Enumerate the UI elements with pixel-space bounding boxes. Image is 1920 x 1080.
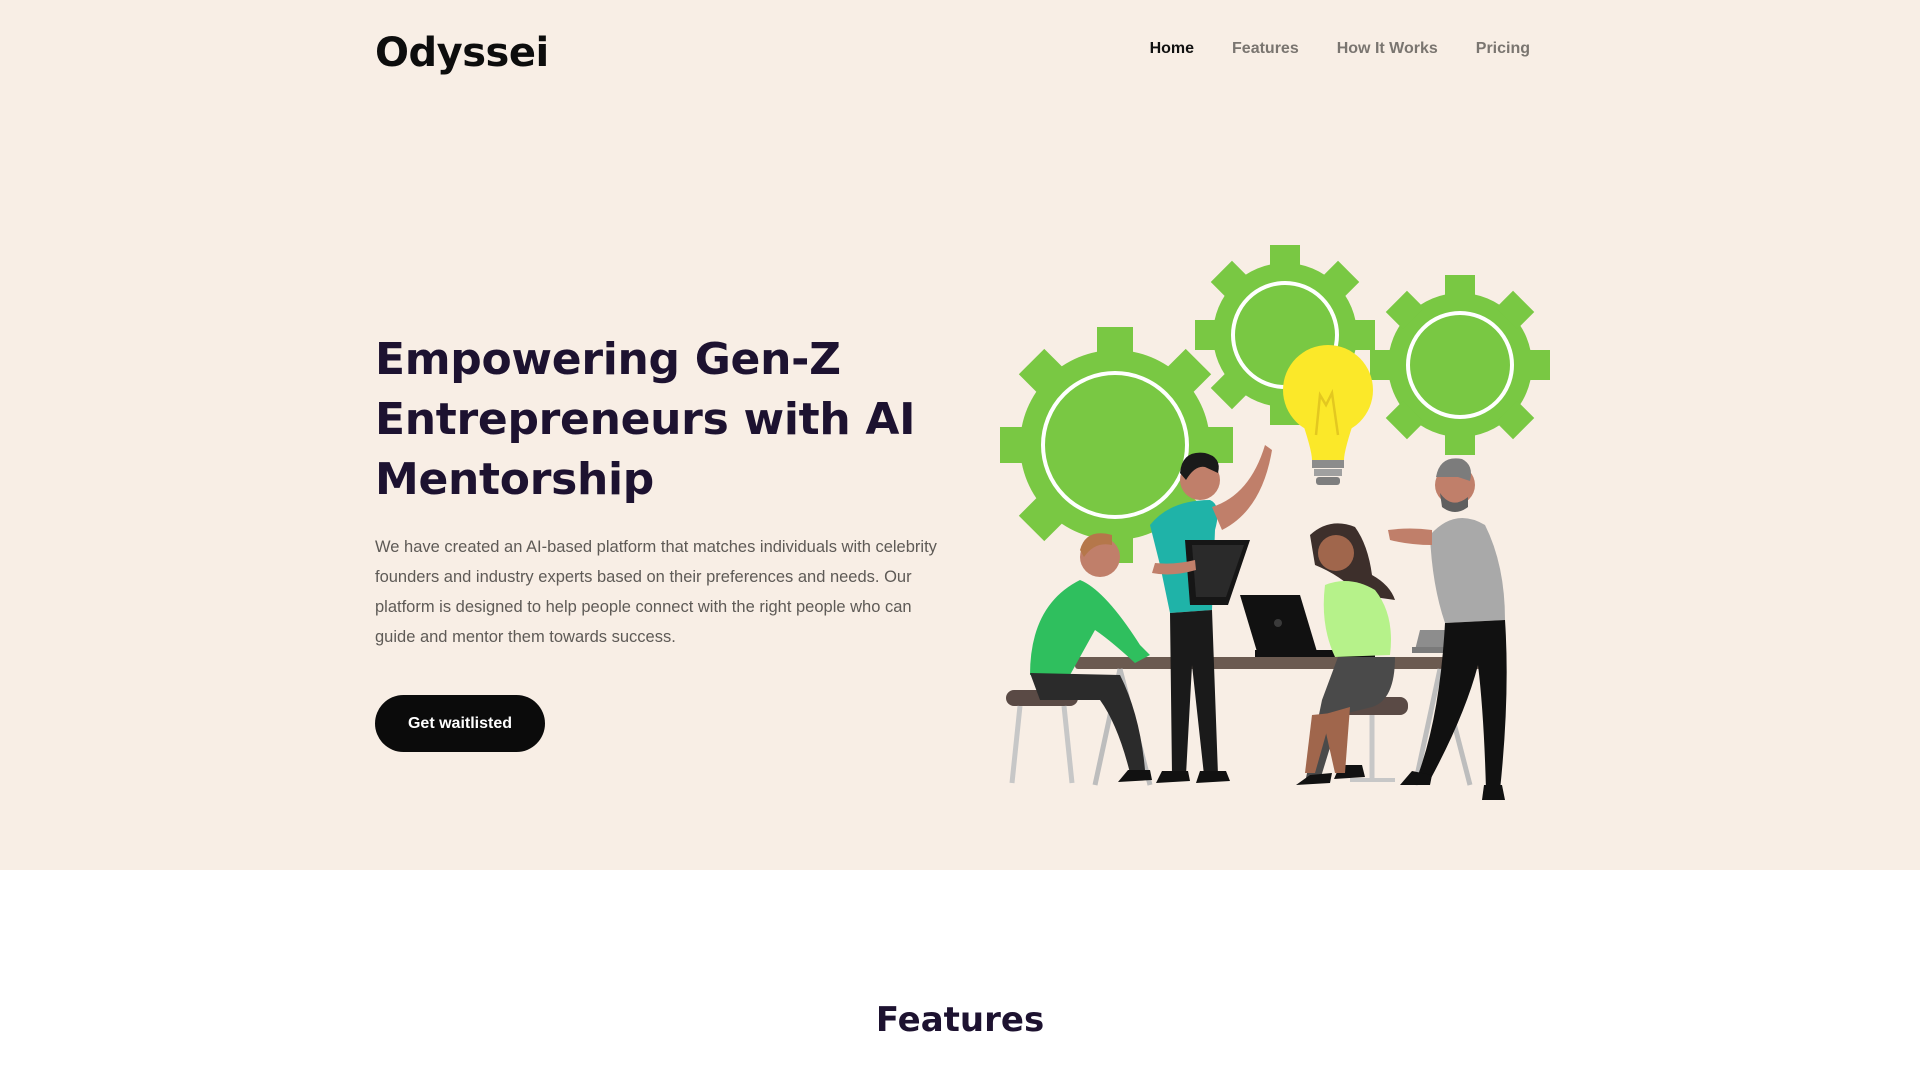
get-waitlisted-button[interactable]: Get waitlisted — [375, 695, 545, 752]
hero-headline-line-2: Entrepreneurs with AI — [375, 394, 916, 445]
hero-section: Odyssei Home Features How It Works Prici… — [0, 0, 1920, 870]
hero-illustration — [997, 245, 1560, 805]
nav-link-how-it-works[interactable]: How It Works — [1337, 40, 1438, 58]
brand-logo[interactable]: Odyssei — [375, 30, 549, 76]
top-navbar: Odyssei Home Features How It Works Prici… — [375, 0, 1530, 100]
hero-headline-line-1: Empowering Gen-Z — [375, 334, 841, 385]
hero-description: We have created an AI-based platform tha… — [375, 538, 937, 646]
hero-text-block: Empowering Gen-Z Entrepreneurs with AI M… — [375, 330, 965, 652]
nav-link-pricing[interactable]: Pricing — [1476, 40, 1530, 58]
nav-link-home[interactable]: Home — [1150, 40, 1194, 58]
gear-right-icon — [1370, 275, 1550, 455]
nav-link-features[interactable]: Features — [1232, 40, 1299, 58]
team-illustration — [997, 245, 1550, 800]
person-standing-right-illustration — [1388, 458, 1507, 800]
stool-left-illustration — [1006, 690, 1078, 784]
lightbulb-icon — [1283, 345, 1373, 485]
hero-headline: Empowering Gen-Z Entrepreneurs with AI M… — [375, 330, 965, 510]
nav-menu: Home Features How It Works Pricing — [1150, 40, 1530, 58]
features-section-title: Features — [875, 1000, 1045, 1040]
hero-headline-line-3: Mentorship — [375, 454, 655, 505]
